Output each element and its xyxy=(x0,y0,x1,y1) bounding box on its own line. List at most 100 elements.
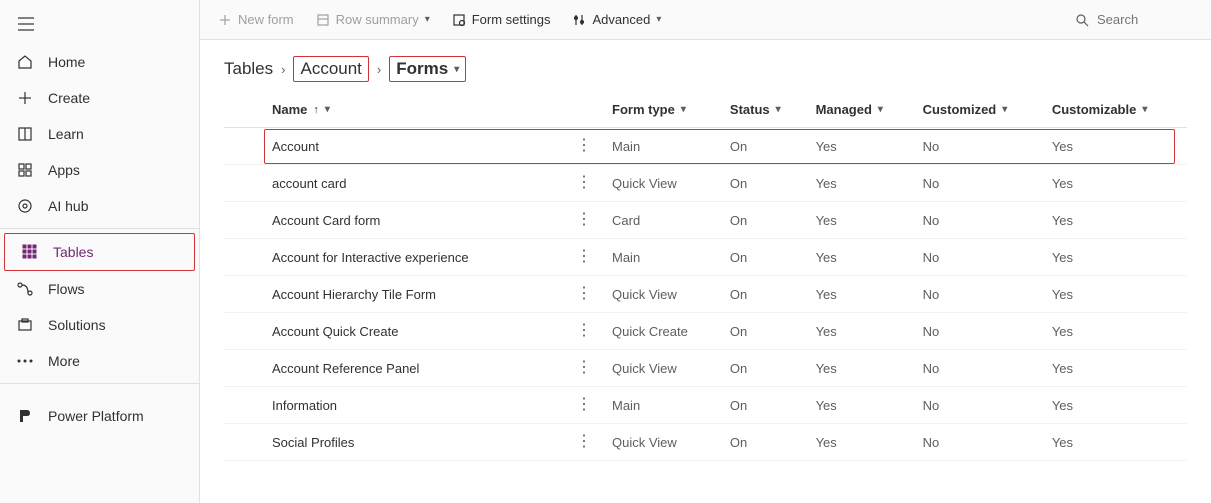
form-settings-button[interactable]: Form settings xyxy=(450,8,553,31)
sidebar-item-label: Apps xyxy=(48,162,80,178)
breadcrumb-tables[interactable]: Tables xyxy=(224,59,273,79)
ai-icon xyxy=(16,197,34,215)
breadcrumb-forms[interactable]: Forms ▾ xyxy=(389,56,466,82)
table-row[interactable]: Account Reference Panel⋮Quick ViewOnYesN… xyxy=(224,350,1187,387)
cell-name[interactable]: Social Profiles xyxy=(264,424,564,461)
apps-icon xyxy=(16,161,34,179)
home-icon xyxy=(16,53,34,71)
row-more-button[interactable]: ⋮ xyxy=(572,211,596,228)
table-row[interactable]: Social Profiles⋮Quick ViewOnYesNoYes xyxy=(224,424,1187,461)
col-customizable[interactable]: Customizable▾ xyxy=(1044,92,1187,128)
cell-name[interactable]: Account Reference Panel xyxy=(264,350,564,387)
sidebar-item-label: Home xyxy=(48,54,85,70)
table-icon xyxy=(21,243,39,261)
cell-status: On xyxy=(722,387,808,424)
row-more-button[interactable]: ⋮ xyxy=(572,433,596,450)
cell-managed: Yes xyxy=(808,276,915,313)
breadcrumb-account[interactable]: Account xyxy=(300,59,361,78)
cell-customizable: Yes xyxy=(1044,424,1187,461)
cell-name[interactable]: Account Quick Create xyxy=(264,313,564,350)
col-managed[interactable]: Managed▾ xyxy=(808,92,915,128)
cell-managed: Yes xyxy=(808,128,915,165)
cell-customizable: Yes xyxy=(1044,128,1187,165)
sidebar-item-ai-hub[interactable]: AI hub xyxy=(0,188,199,224)
chevron-down-icon: ▾ xyxy=(776,104,781,115)
chevron-down-icon: ▾ xyxy=(681,104,686,115)
chevron-right-icon: › xyxy=(377,62,381,77)
advanced-button[interactable]: Advanced ▾ xyxy=(570,8,663,31)
cell-status: On xyxy=(722,276,808,313)
row-more-button[interactable]: ⋮ xyxy=(572,359,596,376)
cell-customized: No xyxy=(915,165,1044,202)
sidebar-item-flows[interactable]: Flows xyxy=(0,271,199,307)
row-more-button[interactable]: ⋮ xyxy=(572,137,596,154)
sidebar-item-tables[interactable]: Tables xyxy=(5,234,194,270)
cell-managed: Yes xyxy=(808,424,915,461)
col-name[interactable]: Name↑▾ xyxy=(264,92,564,128)
new-form-button[interactable]: New form xyxy=(216,8,296,31)
sort-asc-icon: ↑ xyxy=(313,104,319,116)
table-row[interactable]: Account Hierarchy Tile Form⋮Quick ViewOn… xyxy=(224,276,1187,313)
cell-name[interactable]: Account xyxy=(264,128,564,165)
cell-status: On xyxy=(722,239,808,276)
table-row[interactable]: Account Quick Create⋮Quick CreateOnYesNo… xyxy=(224,313,1187,350)
sidebar-item-learn[interactable]: Learn xyxy=(0,116,199,152)
chevron-down-icon: ▾ xyxy=(425,14,430,25)
sidebar-item-more[interactable]: More xyxy=(0,343,199,379)
sidebar-item-label: Learn xyxy=(48,126,84,142)
row-more-button[interactable]: ⋮ xyxy=(572,248,596,265)
cell-customized: No xyxy=(915,350,1044,387)
plus-icon xyxy=(16,89,34,107)
sidebar-item-solutions[interactable]: Solutions xyxy=(0,307,199,343)
row-more-button[interactable]: ⋮ xyxy=(572,285,596,302)
sidebar-item-home[interactable]: Home xyxy=(0,44,199,80)
sidebar-item-apps[interactable]: Apps xyxy=(0,152,199,188)
sidebar-item-create[interactable]: Create xyxy=(0,80,199,116)
chevron-down-icon: ▾ xyxy=(1002,104,1007,115)
forms-table: Name↑▾ Form type▾ Status▾ Managed▾ Custo… xyxy=(200,92,1211,461)
sidebar-item-label: More xyxy=(48,353,80,369)
table-row[interactable]: Account for Interactive experience⋮MainO… xyxy=(224,239,1187,276)
col-status[interactable]: Status▾ xyxy=(722,92,808,128)
cell-customizable: Yes xyxy=(1044,202,1187,239)
sidebar-item-label: Solutions xyxy=(48,317,106,333)
cell-name[interactable]: account card xyxy=(264,165,564,202)
chevron-right-icon: › xyxy=(281,62,285,77)
book-icon xyxy=(16,125,34,143)
flow-icon xyxy=(16,280,34,298)
sidebar-divider xyxy=(0,228,199,229)
sidebar-item-label: Tables xyxy=(53,244,93,260)
cell-customizable: Yes xyxy=(1044,387,1187,424)
cmd-label: Form settings xyxy=(472,12,551,27)
search-box[interactable] xyxy=(1067,8,1195,31)
col-customized[interactable]: Customized▾ xyxy=(915,92,1044,128)
cell-name[interactable]: Account Hierarchy Tile Form xyxy=(264,276,564,313)
cmd-label: New form xyxy=(238,12,294,27)
hamburger-button[interactable] xyxy=(6,6,46,42)
row-summary-button[interactable]: Row summary ▾ xyxy=(314,8,432,31)
cell-name[interactable]: Information xyxy=(264,387,564,424)
cell-form-type: Quick View xyxy=(604,165,722,202)
cell-name[interactable]: Account Card form xyxy=(264,202,564,239)
search-icon xyxy=(1075,13,1089,27)
row-more-button[interactable]: ⋮ xyxy=(572,174,596,191)
row-more-button[interactable]: ⋮ xyxy=(572,396,596,413)
col-form-type[interactable]: Form type▾ xyxy=(604,92,722,128)
select-all-column[interactable] xyxy=(224,92,264,128)
cell-form-type: Quick Create xyxy=(604,313,722,350)
cell-name[interactable]: Account for Interactive experience xyxy=(264,239,564,276)
sidebar-item-power-platform[interactable]: Power Platform xyxy=(0,398,199,434)
cell-form-type: Main xyxy=(604,387,722,424)
table-row[interactable]: account card⋮Quick ViewOnYesNoYes xyxy=(224,165,1187,202)
row-more-button[interactable]: ⋮ xyxy=(572,322,596,339)
chevron-down-icon: ▾ xyxy=(878,104,883,115)
table-row[interactable]: Information⋮MainOnYesNoYes xyxy=(224,387,1187,424)
cell-status: On xyxy=(722,128,808,165)
table-row[interactable]: Account Card form⋮CardOnYesNoYes xyxy=(224,202,1187,239)
cell-customized: No xyxy=(915,202,1044,239)
search-input[interactable] xyxy=(1097,12,1187,27)
table-row[interactable]: Account⋮MainOnYesNoYes xyxy=(224,128,1187,165)
sidebar-divider xyxy=(0,383,199,384)
chevron-down-icon: ▾ xyxy=(656,14,661,25)
cell-status: On xyxy=(722,202,808,239)
